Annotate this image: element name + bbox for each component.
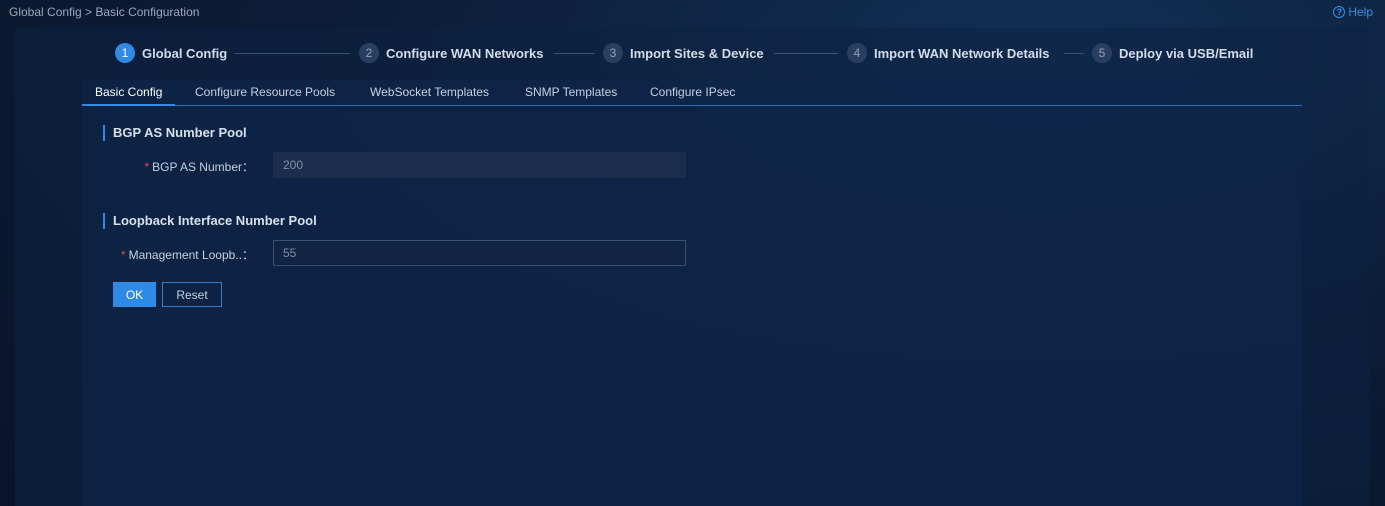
step-number: 5 [1092,43,1112,63]
step-configure-wan-networks[interactable]: 2 Configure WAN Networks [359,43,543,63]
step-number: 4 [847,43,867,63]
tab-bar: Basic Config Configure Resource Pools We… [82,80,1302,106]
step-connector [774,53,838,54]
step-number: 2 [359,43,379,63]
step-connector [554,53,595,54]
step-label: Deploy via USB/Email [1119,45,1254,61]
step-label: Configure WAN Networks [386,45,544,61]
step-global-config[interactable]: 1 Global Config [115,43,227,63]
tab-basic-config[interactable]: Basic Config [82,80,176,106]
step-number: 1 [115,43,135,63]
tab-snmp-templates[interactable]: SNMP Templates [525,80,617,106]
step-label: Import Sites & Device [630,45,764,61]
step-connector [235,53,350,54]
required-marker: * [144,160,150,174]
step-import-sites-device[interactable]: 3 Import Sites & Device [603,43,764,63]
required-marker: * [120,248,126,262]
bgp-as-number-input[interactable] [273,152,686,178]
section-title-loopback: Loopback Interface Number Pool [103,213,317,229]
config-panel: Basic Config Configure Resource Pools We… [82,80,1302,506]
help-link[interactable]: ? Help [1333,5,1373,19]
breadcrumb: Global Config > Basic Configuration [9,5,200,19]
step-number: 3 [603,43,623,63]
step-label: Import WAN Network Details [874,45,1050,61]
top-bar: Global Config > Basic Configuration ? He… [0,0,1385,24]
step-import-wan-network-details[interactable]: 4 Import WAN Network Details [847,43,1050,63]
tab-configure-ipsec[interactable]: Configure IPsec [650,80,735,106]
reset-button[interactable]: Reset [162,282,222,307]
tab-configure-resource-pools[interactable]: Configure Resource Pools [195,80,335,106]
step-label: Global Config [142,45,228,61]
bgp-as-number-label: * BGP AS Number： [142,158,255,175]
step-deploy-via-usb-email[interactable]: 5 Deploy via USB/Email [1092,43,1253,63]
ok-button[interactable]: OK [113,282,156,307]
bgp-as-number-label-text: BGP AS Number： [152,160,254,174]
step-connector [1064,53,1084,54]
management-loopback-label-text: Management Loopb..： [128,248,254,262]
wizard-container: 1 Global Config 2 Configure WAN Networks… [15,28,1369,506]
wizard-steps: 1 Global Config 2 Configure WAN Networks… [15,28,1369,80]
question-circle-icon: ? [1333,6,1346,18]
tab-websocket-templates[interactable]: WebSocket Templates [370,80,489,106]
section-title-bgp: BGP AS Number Pool [103,125,247,141]
management-loopback-label: * Management Loopb..： [114,246,254,263]
help-label: Help [1348,5,1373,19]
management-loopback-input[interactable] [273,240,686,266]
